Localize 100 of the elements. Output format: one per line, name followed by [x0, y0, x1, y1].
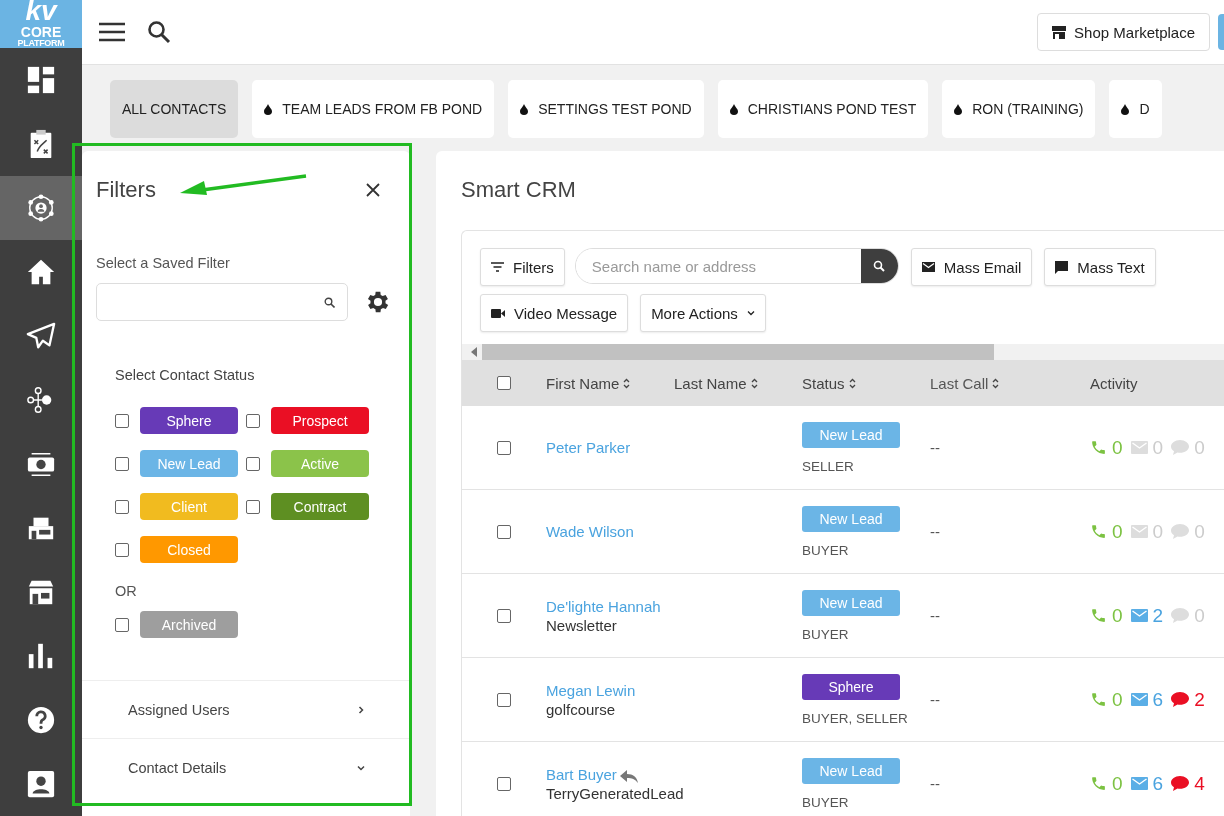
status-tag: New Lead [802, 505, 900, 532]
status-checkbox[interactable] [115, 542, 129, 557]
text-count: 4 [1194, 772, 1205, 795]
status-tag: New Lead [802, 589, 900, 616]
chat-icon [1055, 260, 1069, 274]
status-checkbox[interactable] [246, 456, 260, 471]
contact-type: BUYER, SELLER [802, 710, 908, 726]
email-count: 6 [1152, 772, 1164, 795]
row-checkbox[interactable] [497, 440, 511, 455]
call-count: 0 [1112, 604, 1123, 627]
phone-icon [1090, 523, 1107, 540]
status-tag: New Lead [802, 421, 900, 448]
call-count: 0 [1112, 436, 1123, 459]
column-header[interactable]: Last Call [930, 374, 1090, 392]
status-checkbox[interactable] [115, 456, 129, 471]
contact-type: BUYER [802, 794, 849, 810]
status-tag: Client [140, 493, 238, 520]
filter-icon [491, 262, 504, 272]
pond-tab[interactable]: D [1109, 80, 1162, 138]
last-call-cell-text: -- [930, 691, 941, 708]
last-call-cell-text: -- [930, 775, 941, 792]
envelope-icon [921, 262, 935, 272]
phone-icon [1090, 607, 1107, 624]
phone-icon [1090, 439, 1107, 456]
shop-marketplace-button[interactable]: Shop Marketplace [1037, 13, 1210, 51]
status-tag: New Lead [802, 757, 900, 784]
text-count: 2 [1194, 688, 1205, 711]
email-count: 6 [1152, 688, 1164, 711]
contact-search-field[interactable]: Search name or address [574, 248, 899, 284]
status-checkbox[interactable] [115, 499, 129, 514]
status-tag: Active [271, 450, 369, 477]
pond-tab[interactable]: CHRISTIANS POND TEST [717, 80, 929, 138]
pond-tab[interactable]: SETTINGS TEST POND [508, 80, 704, 138]
mass-email-button[interactable]: Mass Email [910, 248, 1033, 286]
search-icon [324, 296, 335, 308]
contact-type: BUYER [802, 626, 849, 642]
horizontal-scrollbar[interactable] [462, 344, 1224, 360]
video-message-button[interactable]: Video Message [480, 294, 629, 332]
column-header[interactable]: Status [802, 374, 930, 392]
status-checkbox[interactable] [115, 413, 129, 428]
saved-filter-field[interactable] [96, 283, 348, 321]
video-camera-icon [491, 308, 505, 318]
contact-type: SELLER [802, 458, 854, 474]
row-checkbox[interactable] [497, 608, 511, 623]
column-header[interactable]: Activity [1090, 374, 1224, 392]
search-icon[interactable] [147, 20, 171, 44]
phone-icon [1090, 775, 1107, 792]
filters-title: Filters [96, 177, 156, 203]
drop-icon [1121, 103, 1130, 115]
call-count: 0 [1112, 688, 1123, 711]
storefront-icon [1052, 25, 1067, 39]
sort-icon [623, 377, 631, 389]
last-call-cell-text: -- [930, 523, 941, 540]
sort-icon [992, 377, 1000, 389]
status-checkbox[interactable] [246, 499, 260, 514]
last-call-cell-text: -- [930, 439, 941, 456]
contact-type: BUYER [802, 542, 849, 558]
status-tag: Closed [140, 536, 238, 563]
sort-icon [848, 377, 856, 389]
or-label: OR [115, 583, 138, 599]
drop-icon [520, 103, 529, 115]
filter-section[interactable]: Assigned Users [82, 680, 410, 738]
contact-source: golfcourse [546, 700, 617, 718]
caret-icon [746, 310, 755, 316]
more-actions-button[interactable]: More Actions [640, 294, 766, 332]
row-checkbox[interactable] [497, 776, 511, 791]
menu-icon[interactable] [99, 22, 125, 42]
scroll-left-arrow-icon[interactable] [471, 347, 477, 357]
pond-tab[interactable]: TEAM LEADS FROM FB POND [252, 80, 495, 138]
pond-tab[interactable]: ALL CONTACTS [110, 80, 239, 138]
column-header[interactable]: Last Name [674, 374, 802, 392]
network-icon[interactable] [0, 176, 82, 240]
status-tag: Sphere [140, 407, 238, 434]
mass-text-button[interactable]: Mass Text [1044, 248, 1156, 286]
select-all-checkbox[interactable] [497, 376, 511, 390]
saved-filter-label: Select a Saved Filter [96, 255, 231, 271]
status-tag: Archived [140, 611, 238, 638]
filter-section[interactable]: Contact Details [82, 738, 410, 796]
last-call-cell-text: -- [930, 607, 941, 624]
call-count: 0 [1112, 772, 1123, 795]
contact-source: Newsletter [546, 616, 618, 634]
filters-button[interactable]: Filters [480, 248, 565, 286]
drop-icon [264, 103, 273, 115]
row-checkbox[interactable] [497, 692, 511, 707]
status-tag: Prospect [271, 407, 369, 434]
column-header[interactable]: First Name [546, 374, 674, 392]
search-icon[interactable] [873, 260, 886, 272]
status-checkbox[interactable] [246, 413, 260, 428]
contact-source: TerryGeneratedLead [546, 784, 685, 802]
page-title: Smart CRM [461, 177, 577, 203]
call-count: 0 [1112, 520, 1123, 543]
status-tag: Contract [271, 493, 369, 520]
status-tag: Sphere [802, 673, 900, 700]
close-icon[interactable] [366, 183, 380, 197]
contact-status-label: Select Contact Status [115, 367, 256, 383]
drop-icon [954, 103, 963, 115]
archived-checkbox[interactable] [115, 617, 129, 632]
row-checkbox[interactable] [497, 524, 511, 539]
status-tag: New Lead [140, 450, 238, 477]
pond-tab[interactable]: RON (TRAINING) [942, 80, 1096, 138]
